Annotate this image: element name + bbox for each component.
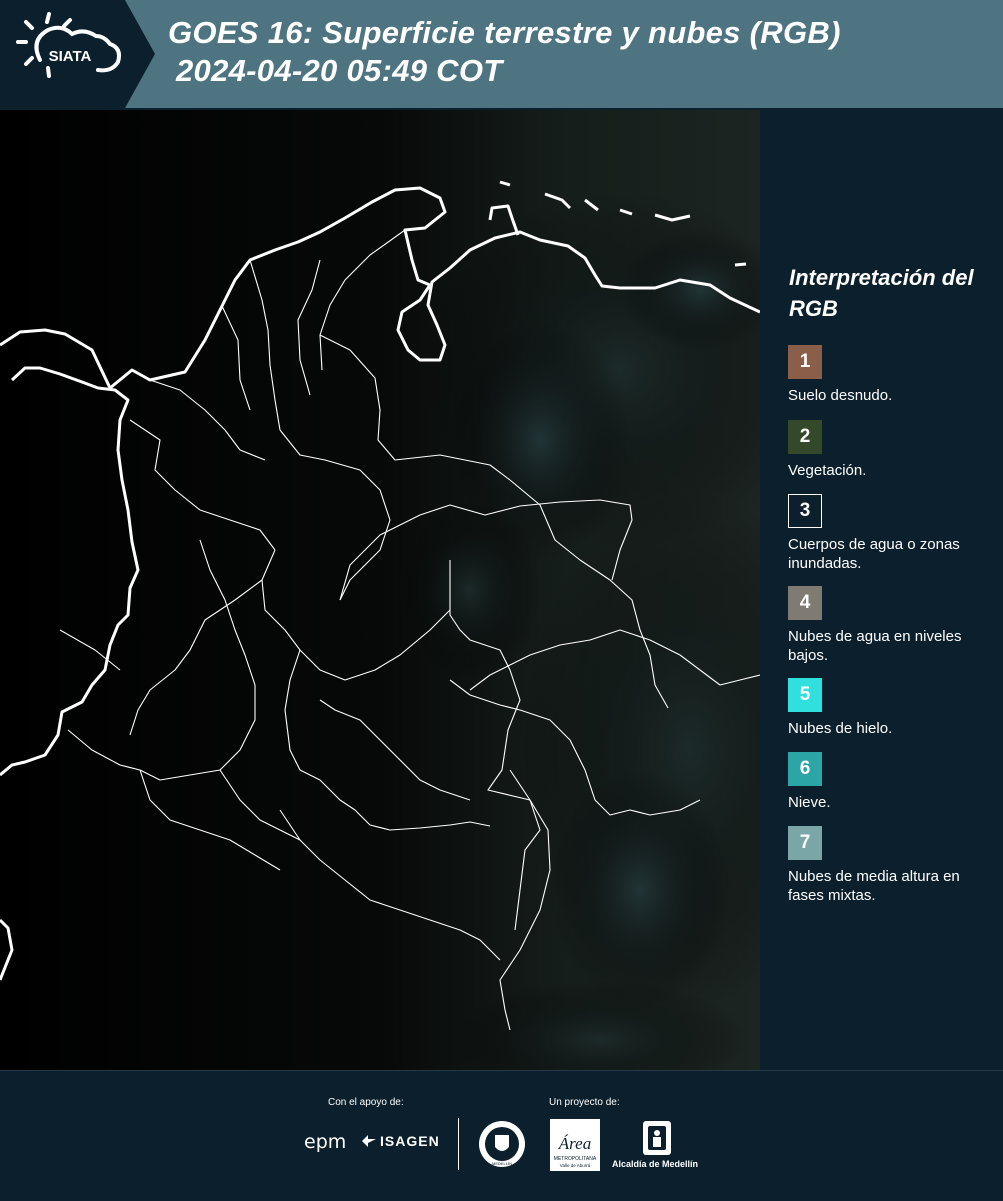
legend-label: Vegetación.: [788, 462, 867, 479]
header: SIATA GOES 16: Superficie terrestre y nu…: [0, 0, 1003, 108]
footer-divider: [458, 1118, 459, 1170]
legend-swatch: 1: [788, 345, 822, 379]
satellite-map[interactable]: [0, 110, 760, 1070]
title-line-2: 2024-04-20 05:49 COT: [176, 53, 503, 88]
legend-label: Nubes de agua en niveles bajos.: [788, 628, 962, 664]
legend-item-mid-clouds: 7 Nubes de media altura en fases mixtas.: [788, 826, 998, 905]
legend-item-ice-clouds: 5 Nubes de hielo.: [788, 678, 998, 738]
legend-item-vegetation: 2 Vegetación.: [788, 420, 998, 480]
legend-swatch: 2: [788, 420, 822, 454]
legend-label: Cuerpos de agua o zonas inundadas.: [788, 536, 960, 572]
isagen-mark-icon: [362, 1135, 376, 1147]
legend-swatch: 6: [788, 752, 822, 786]
legend-panel: Interpretación del RGB 1 Suelo desnudo. …: [760, 110, 1003, 1070]
legend-label: Nieve.: [788, 794, 831, 811]
legend-label: Suelo desnudo.: [788, 387, 893, 404]
siata-logo: SIATA: [0, 0, 155, 108]
coat-of-arms-icon: [643, 1121, 671, 1155]
legend-item-water: 3 Cuerpos de agua o zonas inundadas.: [788, 494, 998, 573]
project-label: Un proyecto de:: [549, 1097, 620, 1108]
legend-label: Nubes de media altura en fases mixtas.: [788, 868, 960, 904]
isagen-logo: ISAGEN: [360, 1133, 440, 1149]
seal-text: MEDELLÍN: [492, 1161, 512, 1166]
medellin-logo-text: Alcaldía de Medellín: [612, 1159, 699, 1169]
legend-swatch: 7: [788, 826, 822, 860]
page-title: GOES 16: Superficie terrestre y nubes (R…: [168, 14, 841, 90]
logo-text: SIATA: [49, 48, 92, 65]
support-label: Con el apoyo de:: [328, 1097, 404, 1108]
seal-icon: MEDELLÍN: [479, 1121, 525, 1167]
isagen-text: ISAGEN: [380, 1133, 440, 1149]
footer: Con el apoyo de: Un proyecto de: epm ISA…: [0, 1070, 1003, 1201]
legend-item-snow: 6 Nieve.: [788, 752, 998, 812]
area-metropolitana-logo: Área METROPOLITANA Valle de Aburrá: [550, 1119, 600, 1171]
title-line-1: GOES 16: Superficie terrestre y nubes (R…: [168, 15, 841, 50]
legend-swatch: 4: [788, 586, 822, 620]
legend-title: Interpretación del RGB: [789, 265, 974, 321]
area-logo-sub2: Valle de Aburrá: [560, 1163, 591, 1168]
epm-logo: epm: [304, 1131, 347, 1153]
area-logo-text: Área: [558, 1134, 591, 1153]
legend-item-low-clouds: 4 Nubes de agua en niveles bajos.: [788, 586, 998, 665]
legend-swatch: 3: [788, 494, 822, 528]
area-logo-sub: METROPOLITANA: [554, 1156, 597, 1162]
legend-label: Nubes de hielo.: [788, 720, 893, 737]
legend-item-bare-soil: 1 Suelo desnudo.: [788, 345, 998, 405]
legend-swatch: 5: [788, 678, 822, 712]
map-image: [0, 110, 760, 1070]
